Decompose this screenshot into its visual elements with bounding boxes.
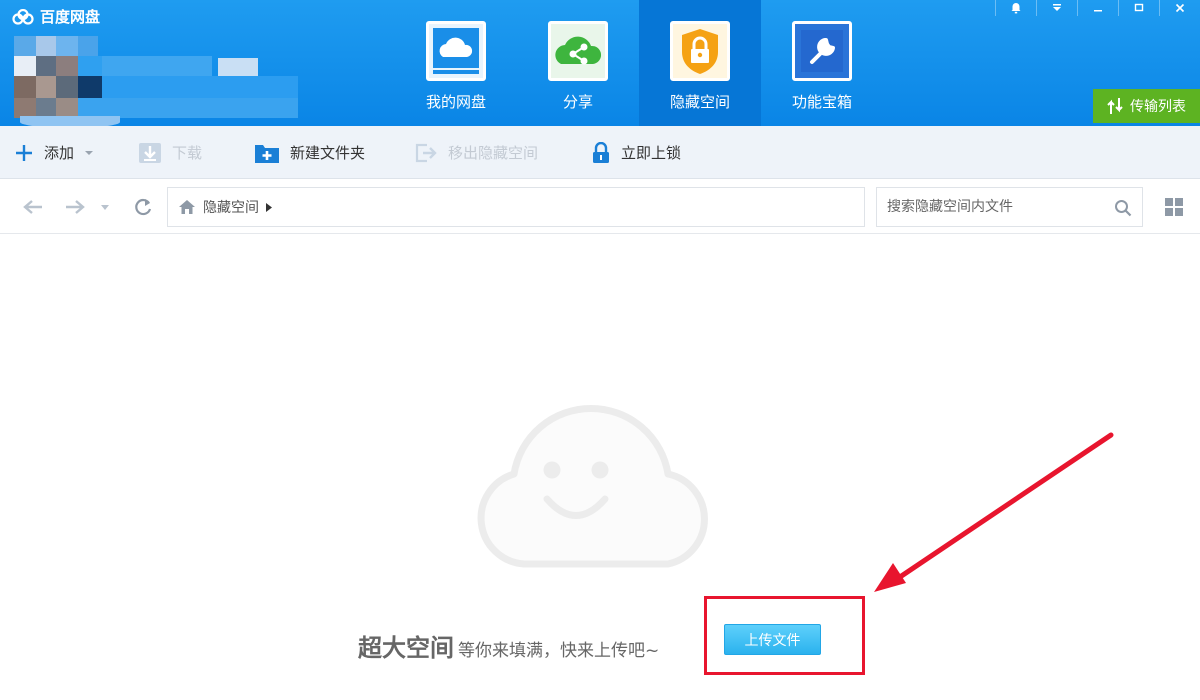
new-folder-button[interactable]: 新建文件夹 [254, 126, 365, 179]
search-icon[interactable] [1114, 199, 1132, 217]
tab-toolbox-label: 功能宝箱 [791, 93, 852, 111]
address-bar: 隐藏空间 [0, 180, 1200, 234]
baidu-cloud-logo-icon [12, 8, 34, 25]
new-folder-label: 新建文件夹 [290, 144, 366, 162]
tab-my-disk[interactable]: 我的网盘 [395, 0, 517, 126]
maximize-icon[interactable] [1118, 0, 1159, 16]
lock-icon [670, 21, 730, 81]
plus-icon [16, 144, 32, 161]
tab-share[interactable]: 分享 [517, 0, 639, 126]
download-label: 下载 [172, 144, 203, 162]
tab-my-disk-label: 我的网盘 [425, 93, 486, 111]
avatar[interactable] [14, 32, 304, 128]
cloud-disk-icon [426, 21, 486, 81]
breadcrumb[interactable]: 隐藏空间 [167, 187, 865, 227]
share-icon [548, 21, 608, 81]
caret-right-icon[interactable] [266, 202, 272, 212]
app-title: 百度网盘 [40, 8, 101, 26]
wrench-icon [792, 21, 852, 81]
main-nav: 我的网盘 分享 隐藏空间 功能宝箱 [395, 0, 883, 126]
forward-button[interactable] [62, 194, 88, 220]
grid-view-icon[interactable] [1164, 197, 1184, 217]
empty-state-message: 超大空间 等你来填满，快来上传吧~ [358, 628, 659, 663]
search-input[interactable] [877, 188, 1103, 226]
refresh-button[interactable] [130, 194, 156, 220]
menu-icon[interactable] [1036, 0, 1077, 16]
minimize-icon[interactable] [1077, 0, 1118, 16]
history-dropdown[interactable] [98, 194, 112, 220]
tab-hidden-space-label: 隐藏空间 [669, 93, 730, 111]
app-window: 百度网盘 我的网盘 分享 隐藏空间 功能宝箱 传输列表 添加 下载 新建文件夹 … [0, 0, 1200, 700]
notification-icon[interactable] [995, 0, 1036, 16]
transfer-list-label: 传输列表 [1130, 99, 1186, 115]
move-out-button[interactable]: 移出隐藏空间 [414, 126, 538, 179]
home-icon [179, 200, 195, 214]
padlock-icon [593, 141, 609, 163]
chevron-down-icon [85, 150, 94, 155]
header-bar: 百度网盘 我的网盘 分享 隐藏空间 功能宝箱 传输列表 [0, 0, 1200, 128]
window-controls [995, 0, 1200, 16]
arrow-right-icon [66, 200, 85, 214]
close-icon[interactable] [1159, 0, 1200, 16]
add-button[interactable]: 添加 [14, 126, 94, 179]
chevron-down-icon [101, 204, 109, 210]
empty-state-title: 超大空间 [358, 634, 454, 662]
move-out-label: 移出隐藏空间 [448, 144, 539, 162]
transfer-icon [1107, 98, 1123, 114]
transfer-list-button[interactable]: 传输列表 [1093, 89, 1200, 123]
file-area: 超大空间 等你来填满，快来上传吧~ 上传文件 [0, 235, 1200, 700]
lock-now-label: 立即上锁 [621, 144, 682, 162]
new-folder-icon [255, 144, 279, 163]
lock-now-button[interactable]: 立即上锁 [591, 126, 681, 179]
download-icon [139, 142, 161, 163]
move-out-icon [415, 143, 437, 162]
app-logo: 百度网盘 [12, 6, 100, 27]
tab-share-label: 分享 [562, 93, 593, 111]
back-button[interactable] [20, 194, 46, 220]
empty-state-subtitle: 等你来填满，快来上传吧~ [458, 641, 660, 661]
breadcrumb-item[interactable]: 隐藏空间 [203, 197, 259, 217]
search-box [876, 187, 1143, 227]
tab-toolbox[interactable]: 功能宝箱 [761, 0, 883, 126]
toolbar: 添加 下载 新建文件夹 移出隐藏空间 立即上锁 [0, 126, 1200, 179]
download-button[interactable]: 下载 [138, 126, 202, 179]
tab-hidden-space[interactable]: 隐藏空间 [639, 0, 761, 126]
add-label: 添加 [44, 144, 75, 162]
arrow-left-icon [23, 200, 42, 214]
smiling-cloud-icon [477, 404, 708, 568]
refresh-icon [135, 198, 152, 216]
highlight-annotation-box [704, 596, 865, 675]
annotation-arrow-icon [874, 432, 1114, 592]
